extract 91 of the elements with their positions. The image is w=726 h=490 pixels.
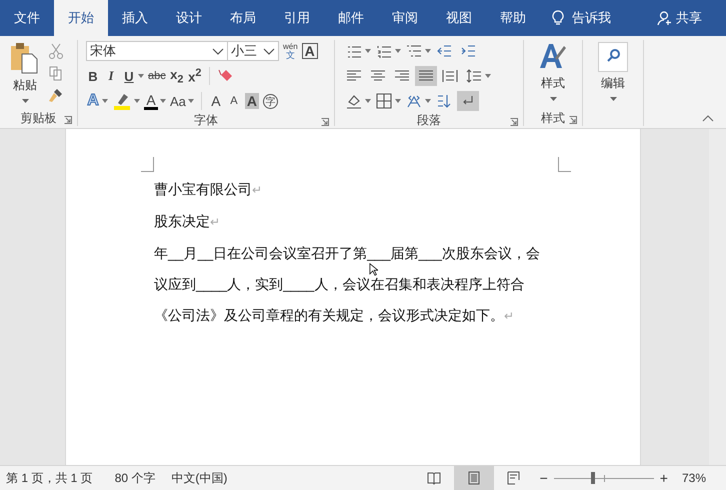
group-label: 剪贴板 [20,110,56,126]
format-button[interactable]: A [244,93,260,109]
format-button[interactable]: B [86,68,100,84]
tell-me-search[interactable]: 告诉我 [564,0,625,36]
page-count: 第 1 页，共 1 页 [5,470,94,486]
format-button[interactable]: abc [148,70,166,82]
show-marks-icon[interactable] [457,91,479,111]
format-button[interactable]: 字 [263,94,278,108]
ribbon-tab[interactable]: 视图 [432,0,486,36]
document-text: 曹小宝有限公司 [154,181,252,197]
mouse-pointer-icon [369,263,378,276]
paragraph-mark: ↵ [252,183,262,197]
person-icon [657,10,673,26]
zoom-out-button[interactable]: − [534,470,554,486]
scrollbar[interactable] [709,129,726,465]
format-button[interactable]: U [122,68,136,84]
ribbon-tab[interactable]: 邮件 [324,0,378,36]
caret-icon[interactable] [102,99,108,103]
eraser-icon[interactable] [216,68,235,84]
font-size-dropdown[interactable]: 小三 [227,41,279,61]
print-view-button[interactable] [454,466,494,490]
share-button[interactable]: 共享 [657,0,726,36]
ribbon-tab[interactable]: 开始 [54,0,108,36]
caret-icon [212,48,224,54]
font-name-dropdown[interactable]: 宋体 [86,41,228,61]
caret-icon [550,97,556,101]
document-text: 年__月__日在公司会议室召开了第___届第___次股东会议，会 [154,245,540,261]
phonetic-guide-button[interactable]: wén 文 [283,42,298,60]
caret-icon [22,99,28,103]
corner-mark [558,157,571,172]
caret-icon[interactable] [485,74,491,78]
caret-icon[interactable] [365,99,371,103]
dialog-launcher-icon[interactable] [64,116,72,124]
format-button[interactable]: A [226,95,241,107]
caret-icon[interactable] [395,49,401,53]
ribbon-tab[interactable]: 布局 [216,0,270,36]
clipboard-icon [10,42,40,74]
copy-icon[interactable] [48,65,64,81]
scissors-icon[interactable] [48,43,64,59]
format-button[interactable]: x$^{2}$ [188,67,202,85]
dialog-launcher-icon[interactable] [569,116,577,124]
word-count: 80 个字 [114,470,156,486]
ribbon-tab[interactable]: 引用 [270,0,324,36]
justify-icon[interactable] [415,66,437,86]
zoom-percentage: 73% [680,471,707,485]
caret-icon[interactable] [425,49,431,53]
paintbrush-icon[interactable] [48,87,64,103]
collapse-ribbon-icon[interactable] [702,115,714,122]
ribbon-tab[interactable]: 设计 [162,0,216,36]
language-indicator: 中文(中国) [170,470,228,486]
group-label: 样式 [541,110,565,126]
character-border-button[interactable]: A [302,43,318,59]
format-button[interactable]: I [104,68,118,84]
format-button[interactable]: x$_{2}$ [170,66,184,86]
dialog-launcher-icon[interactable] [510,118,518,126]
page-icon [466,471,481,485]
ribbon-tab[interactable]: 审阅 [378,0,432,36]
styles-button[interactable]: 样式 [538,40,568,110]
caret-icon[interactable] [188,99,194,103]
caret-icon[interactable] [134,99,140,103]
editing-button[interactable]: 编辑 [598,40,628,126]
document-text: 《公司法》及公司章程的有关规定，会议形式决定如下。 [154,307,504,323]
document-text: 议应到____人，实到____人，会议在召集和表决程序上符合 [154,276,524,292]
web-page-icon [506,471,521,485]
corner-mark [141,157,154,172]
caret-icon [610,97,616,101]
lightbulb-icon [552,10,564,26]
document-text: 股东决定 [154,213,210,229]
caret-icon[interactable] [395,99,401,103]
zoom-slider-thumb[interactable] [590,472,595,484]
zoom-in-button[interactable]: + [654,470,674,486]
format-button[interactable]: Aa [170,94,186,108]
format-button[interactable]: A [208,93,223,109]
caret-icon[interactable] [160,99,166,103]
caret-icon[interactable] [365,49,371,53]
caret-icon[interactable] [138,74,144,78]
search-icon [598,42,628,72]
book-icon [426,471,441,485]
paragraph-mark: ↵ [504,309,514,323]
caret-icon [263,48,275,54]
paragraph-mark: ↵ [210,215,220,229]
format-button[interactable]: A [144,92,158,110]
ribbon-tab[interactable]: 帮助 [486,0,540,36]
group-label: 字体 [194,112,218,128]
ribbon-tab[interactable]: 插入 [108,0,162,36]
group-label: 段落 [417,112,441,128]
highlighter-icon[interactable] [112,92,132,110]
ribbon-tab[interactable]: 文件 [0,0,54,36]
paste-button[interactable]: 粘贴 [10,40,40,110]
caret-icon[interactable] [425,99,431,103]
dialog-launcher-icon[interactable] [321,118,329,126]
